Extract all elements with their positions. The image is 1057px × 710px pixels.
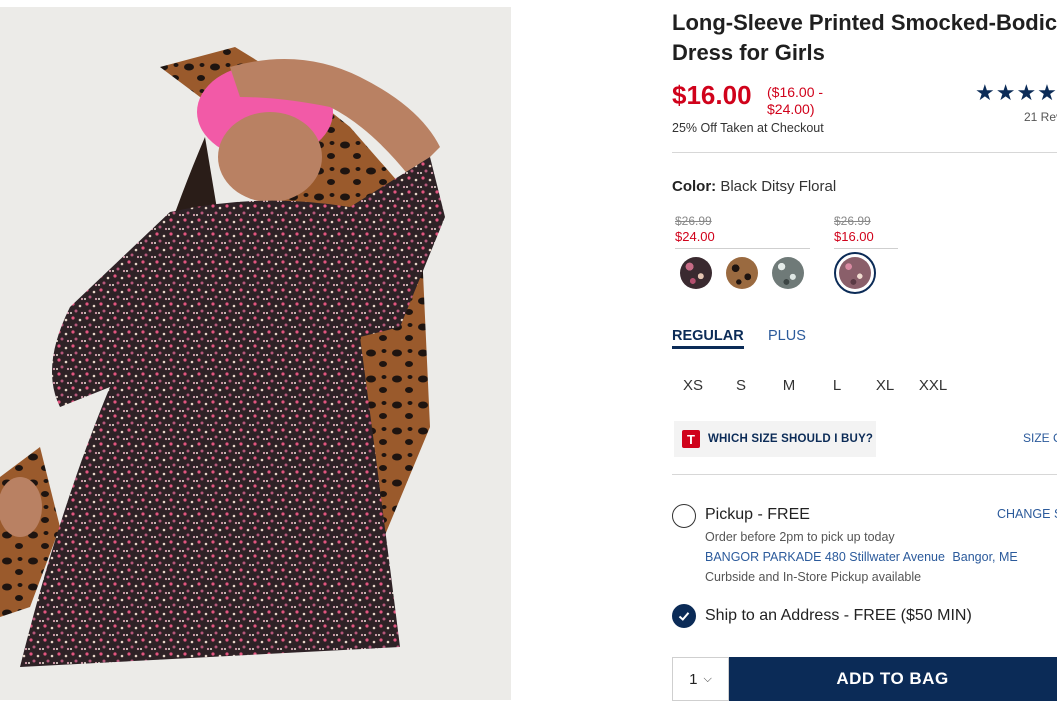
which-size-button[interactable]: T WHICH SIZE SHOULD I BUY?: [674, 421, 876, 457]
sale-price-group: $24.00: [675, 229, 715, 244]
swatch-fill: [839, 257, 871, 289]
size-chart-link[interactable]: SIZE CHART: [1023, 431, 1057, 445]
checkmark-icon: [678, 612, 690, 621]
product-info-panel: Long-Sleeve Printed Smocked-Bodice Dress…: [672, 0, 1057, 710]
color-swatch-gray-floral[interactable]: [772, 257, 804, 289]
ship-radio[interactable]: [672, 604, 696, 628]
product-title: Long-Sleeve Printed Smocked-Bodice Dress…: [672, 8, 1057, 68]
sale-price: $16.00: [672, 80, 752, 110]
original-price: $26.99: [834, 214, 871, 228]
product-title-line-1: Long-Sleeve Printed Smocked-Bodice: [672, 10, 1057, 35]
ship-label: Ship to an Address - FREE ($50 MIN): [705, 607, 972, 624]
color-swatch-black-floral[interactable]: [680, 257, 712, 289]
store-city: Bangor, ME: [952, 550, 1018, 564]
swatch-fill: [680, 257, 712, 289]
swatch-fill: [726, 257, 758, 289]
quantity-value: 1: [689, 670, 698, 688]
pickup-radio[interactable]: [672, 504, 696, 528]
sale-price-group: $16.00: [834, 229, 874, 244]
size-s[interactable]: S: [721, 377, 761, 394]
size-xs[interactable]: XS: [673, 377, 713, 394]
color-label: Color:: [672, 178, 717, 195]
group-divider: [675, 248, 810, 249]
rating-stars[interactable]: ★★★★★: [975, 80, 1057, 106]
color-swatch-leopard[interactable]: [726, 257, 758, 289]
divider: [672, 152, 1057, 153]
quantity-select[interactable]: 1 ⌵: [672, 657, 729, 701]
product-title-line-2: Dress for Girls: [672, 40, 825, 65]
group-divider: [834, 248, 898, 249]
swatch-price-group-1: $26.99 $24.00: [675, 214, 810, 249]
chevron-down-icon: ⌵: [703, 672, 712, 685]
store-link[interactable]: BANGOR PARKADE 480 Stillwater Avenue Ban…: [705, 550, 1018, 564]
color-value: Black Ditsy Floral: [720, 178, 837, 195]
store-name: BANGOR PARKADE 480 Stillwater Avenue: [705, 550, 945, 564]
size-xl[interactable]: XL: [865, 377, 905, 394]
size-m[interactable]: M: [769, 377, 809, 394]
divider: [672, 474, 1057, 475]
size-xxl[interactable]: XXL: [913, 377, 953, 394]
tab-plus[interactable]: PLUS: [768, 328, 806, 344]
color-swatch-black-ditsy-floral[interactable]: [834, 252, 876, 294]
tab-regular[interactable]: REGULAR: [672, 328, 744, 349]
pickup-note: Order before 2pm to pick up today: [705, 530, 895, 544]
true-fit-logo-icon: T: [682, 430, 700, 448]
size-l[interactable]: L: [817, 377, 857, 394]
reviews-link[interactable]: 21 Reviews: [1024, 110, 1057, 124]
which-size-label: WHICH SIZE SHOULD I BUY?: [708, 433, 874, 445]
swatch-price-group-2: $26.99 $16.00: [834, 214, 898, 249]
change-store-link[interactable]: CHANGE STORE: [997, 507, 1057, 521]
discount-note: 25% Off Taken at Checkout: [672, 121, 824, 135]
original-price: $26.99: [675, 214, 712, 228]
curbside-note: Curbside and In-Store Pickup available: [705, 570, 922, 584]
color-selection: Color: Black Ditsy Floral: [672, 178, 836, 195]
swatch-fill: [772, 257, 804, 289]
pickup-label: Pickup - FREE: [705, 506, 810, 523]
price-range: ($16.00 - $24.00): [767, 84, 824, 117]
add-to-bag-button[interactable]: ADD TO BAG: [729, 657, 1057, 701]
product-image: [0, 7, 511, 700]
